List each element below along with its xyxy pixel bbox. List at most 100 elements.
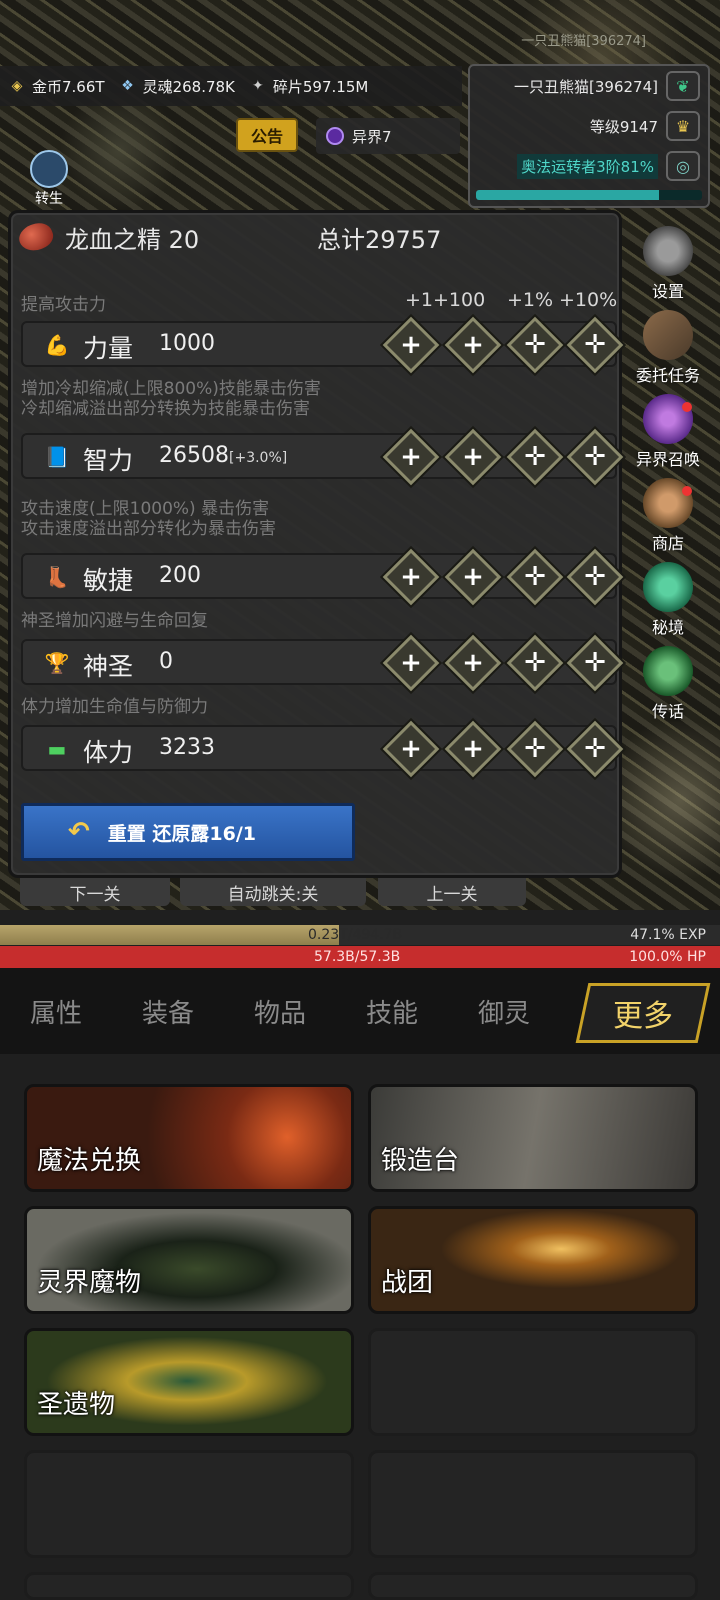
strength-desc: 提高攻击力 (21, 295, 106, 315)
rebirth-button[interactable]: 转生 (24, 150, 74, 207)
column-plus-10-percent: +10% (559, 289, 618, 311)
side-item-label: 商店 (651, 534, 684, 553)
resource-shard: ✦ 碎片597.15M (247, 75, 368, 97)
add-1-button[interactable]: + (382, 720, 440, 778)
add-10-percent-button[interactable]: ✛ (566, 428, 624, 486)
bottom-tabs: 属性 装备 物品 技能 御灵 更多 (0, 968, 720, 1054)
resource-soul: ❖ 灵魂268.78K (117, 75, 235, 97)
exp-text: 0.23T/494.7B (308, 927, 403, 943)
side-item-summon[interactable]: 异界召唤 (618, 390, 718, 474)
resource-bar: ◈ 金币7.66T ❖ 灵魂268.78K ✦ 碎片597.15M (0, 66, 462, 106)
next-level-button[interactable]: 下一关 (20, 878, 170, 906)
add-10-percent-button[interactable]: ✛ (566, 548, 624, 606)
add-100-button[interactable]: + (444, 428, 502, 486)
stat-name: 敏捷 (83, 566, 134, 595)
stat-value: 26508[+3.0%] (159, 443, 288, 468)
add-1-percent-button[interactable]: ✛ (506, 316, 564, 374)
stat-name: 体力 (83, 738, 134, 767)
add-1-percent-button[interactable]: ✛ (506, 548, 564, 606)
card-holy-relics[interactable]: 圣遗物 (24, 1328, 354, 1436)
card-empty (368, 1328, 698, 1436)
intelligence-desc: 增加冷却缩减(上限800%)技能暴击伤害 冷却缩减溢出部分转换为技能暴击伤害 (21, 379, 321, 419)
player-job: 奥法运转者3阶81% (517, 153, 658, 179)
spiral-icon: ◎ (666, 151, 700, 181)
card-empty (368, 1572, 698, 1600)
rebirth-icon (30, 150, 68, 188)
notice-button[interactable]: 公告 (236, 118, 298, 152)
undo-icon: ↶ (68, 817, 90, 847)
card-forge[interactable]: 锻造台 (368, 1084, 698, 1192)
add-10-percent-button[interactable]: ✛ (566, 720, 624, 778)
side-item-secret-realm[interactable]: 秘境 (618, 558, 718, 642)
book-intellect-icon: 📘 (44, 445, 70, 469)
prev-level-button[interactable]: 上一关 (378, 878, 526, 906)
player-name-row: 一只丑熊猫[396274] ❦ (470, 66, 708, 106)
tab-more-label: 更多 (613, 999, 673, 1034)
total-points: 总计29757 (317, 225, 442, 254)
add-1-percent-button[interactable]: ✛ (506, 428, 564, 486)
stat-value: 200 (159, 563, 201, 588)
add-1-button[interactable]: + (382, 428, 440, 486)
holy-desc: 神圣增加闪避与生命回复 (21, 611, 208, 631)
resource-gold-label: 金币7.66T (32, 77, 105, 96)
reset-button[interactable]: ↶ 重置 还原露16/1 (21, 803, 355, 861)
realm-button[interactable]: 异界7 (316, 118, 460, 154)
notification-dot (682, 402, 692, 412)
column-plus-1: +1 (405, 289, 434, 311)
add-1-percent-button[interactable]: ✛ (506, 720, 564, 778)
bone-stamina-icon: ▬ (47, 737, 67, 761)
add-10-percent-button[interactable]: ✛ (566, 316, 624, 374)
realm-icon (326, 127, 344, 145)
strength-desc-line: 提高攻击力 (21, 295, 106, 315)
rebirth-label: 转生 (35, 191, 63, 207)
exp-fill (0, 925, 340, 945)
gold-coin-icon: ◈ (11, 78, 23, 94)
side-item-settings[interactable]: 设置 (618, 222, 718, 306)
side-item-label: 异界召唤 (635, 450, 700, 469)
card-magic-exchange[interactable]: 魔法兑换 (24, 1084, 354, 1192)
tab-more[interactable]: 更多 (575, 983, 711, 1043)
add-100-button[interactable]: + (444, 634, 502, 692)
side-menu: 设置 委托任务 异界召唤 商店 秘境 传话 (618, 222, 718, 726)
add-1-button[interactable]: + (382, 548, 440, 606)
side-item-message[interactable]: 传话 (618, 642, 718, 726)
stat-row-strength: 💪 力量 1000 + + ✛ ✛ (21, 316, 624, 374)
add-1-button[interactable]: + (382, 634, 440, 692)
resource-soul-label: 灵魂268.78K (142, 77, 235, 96)
dragon-blood-icon (15, 218, 57, 256)
auto-skip-button[interactable]: 自动跳关:关 (180, 878, 366, 906)
stat-value: 0 (159, 649, 173, 674)
side-item-label: 传话 (651, 702, 684, 721)
tab-spirits[interactable]: 御灵 (448, 993, 560, 1030)
stat-row-stamina: ▬ 体力 3233 + + ✛ ✛ (21, 720, 624, 778)
add-1-button[interactable]: + (382, 316, 440, 374)
stamina-desc: 体力增加生命值与防御力 (21, 697, 208, 717)
add-1-percent-button[interactable]: ✛ (506, 634, 564, 692)
exp-percent: 47.1% EXP (630, 927, 706, 943)
add-10-percent-button[interactable]: ✛ (566, 634, 624, 692)
tab-skills[interactable]: 技能 (336, 993, 448, 1030)
player-job-row: 奥法运转者3阶81% ◎ (470, 146, 708, 186)
tab-equipment[interactable]: 装备 (112, 993, 224, 1030)
hp-bar: 57.3B/57.3B 100.0% HP (0, 946, 720, 968)
card-spirit-monsters[interactable]: 灵界魔物 (24, 1206, 354, 1314)
notification-dot (682, 486, 692, 496)
job-progress-fill (476, 190, 660, 200)
card-label: 灵界魔物 (37, 1268, 142, 1298)
add-100-button[interactable]: + (444, 720, 502, 778)
quest-scroll-icon (643, 310, 693, 360)
secret-realm-icon (643, 562, 693, 612)
stat-row-intelligence: 📘 智力 26508[+3.0%] + + ✛ ✛ (21, 428, 624, 486)
tab-items[interactable]: 物品 (224, 993, 336, 1030)
add-100-button[interactable]: + (444, 316, 502, 374)
side-item-shop[interactable]: 商店 (618, 474, 718, 558)
add-100-button[interactable]: + (444, 548, 502, 606)
player-card[interactable]: 一只丑熊猫[396274] ❦ 等级9147 ♛ 奥法运转者3阶81% ◎ (468, 64, 710, 208)
gear-icon (643, 226, 693, 276)
side-item-quests[interactable]: 委托任务 (618, 306, 718, 390)
tab-attributes[interactable]: 属性 (0, 993, 112, 1030)
card-guild[interactable]: 战团 (368, 1206, 698, 1314)
resource-gold: ◈ 金币7.66T (6, 75, 105, 97)
hp-text: 57.3B/57.3B (314, 949, 401, 965)
leaf-icon[interactable]: ❦ (666, 71, 700, 101)
